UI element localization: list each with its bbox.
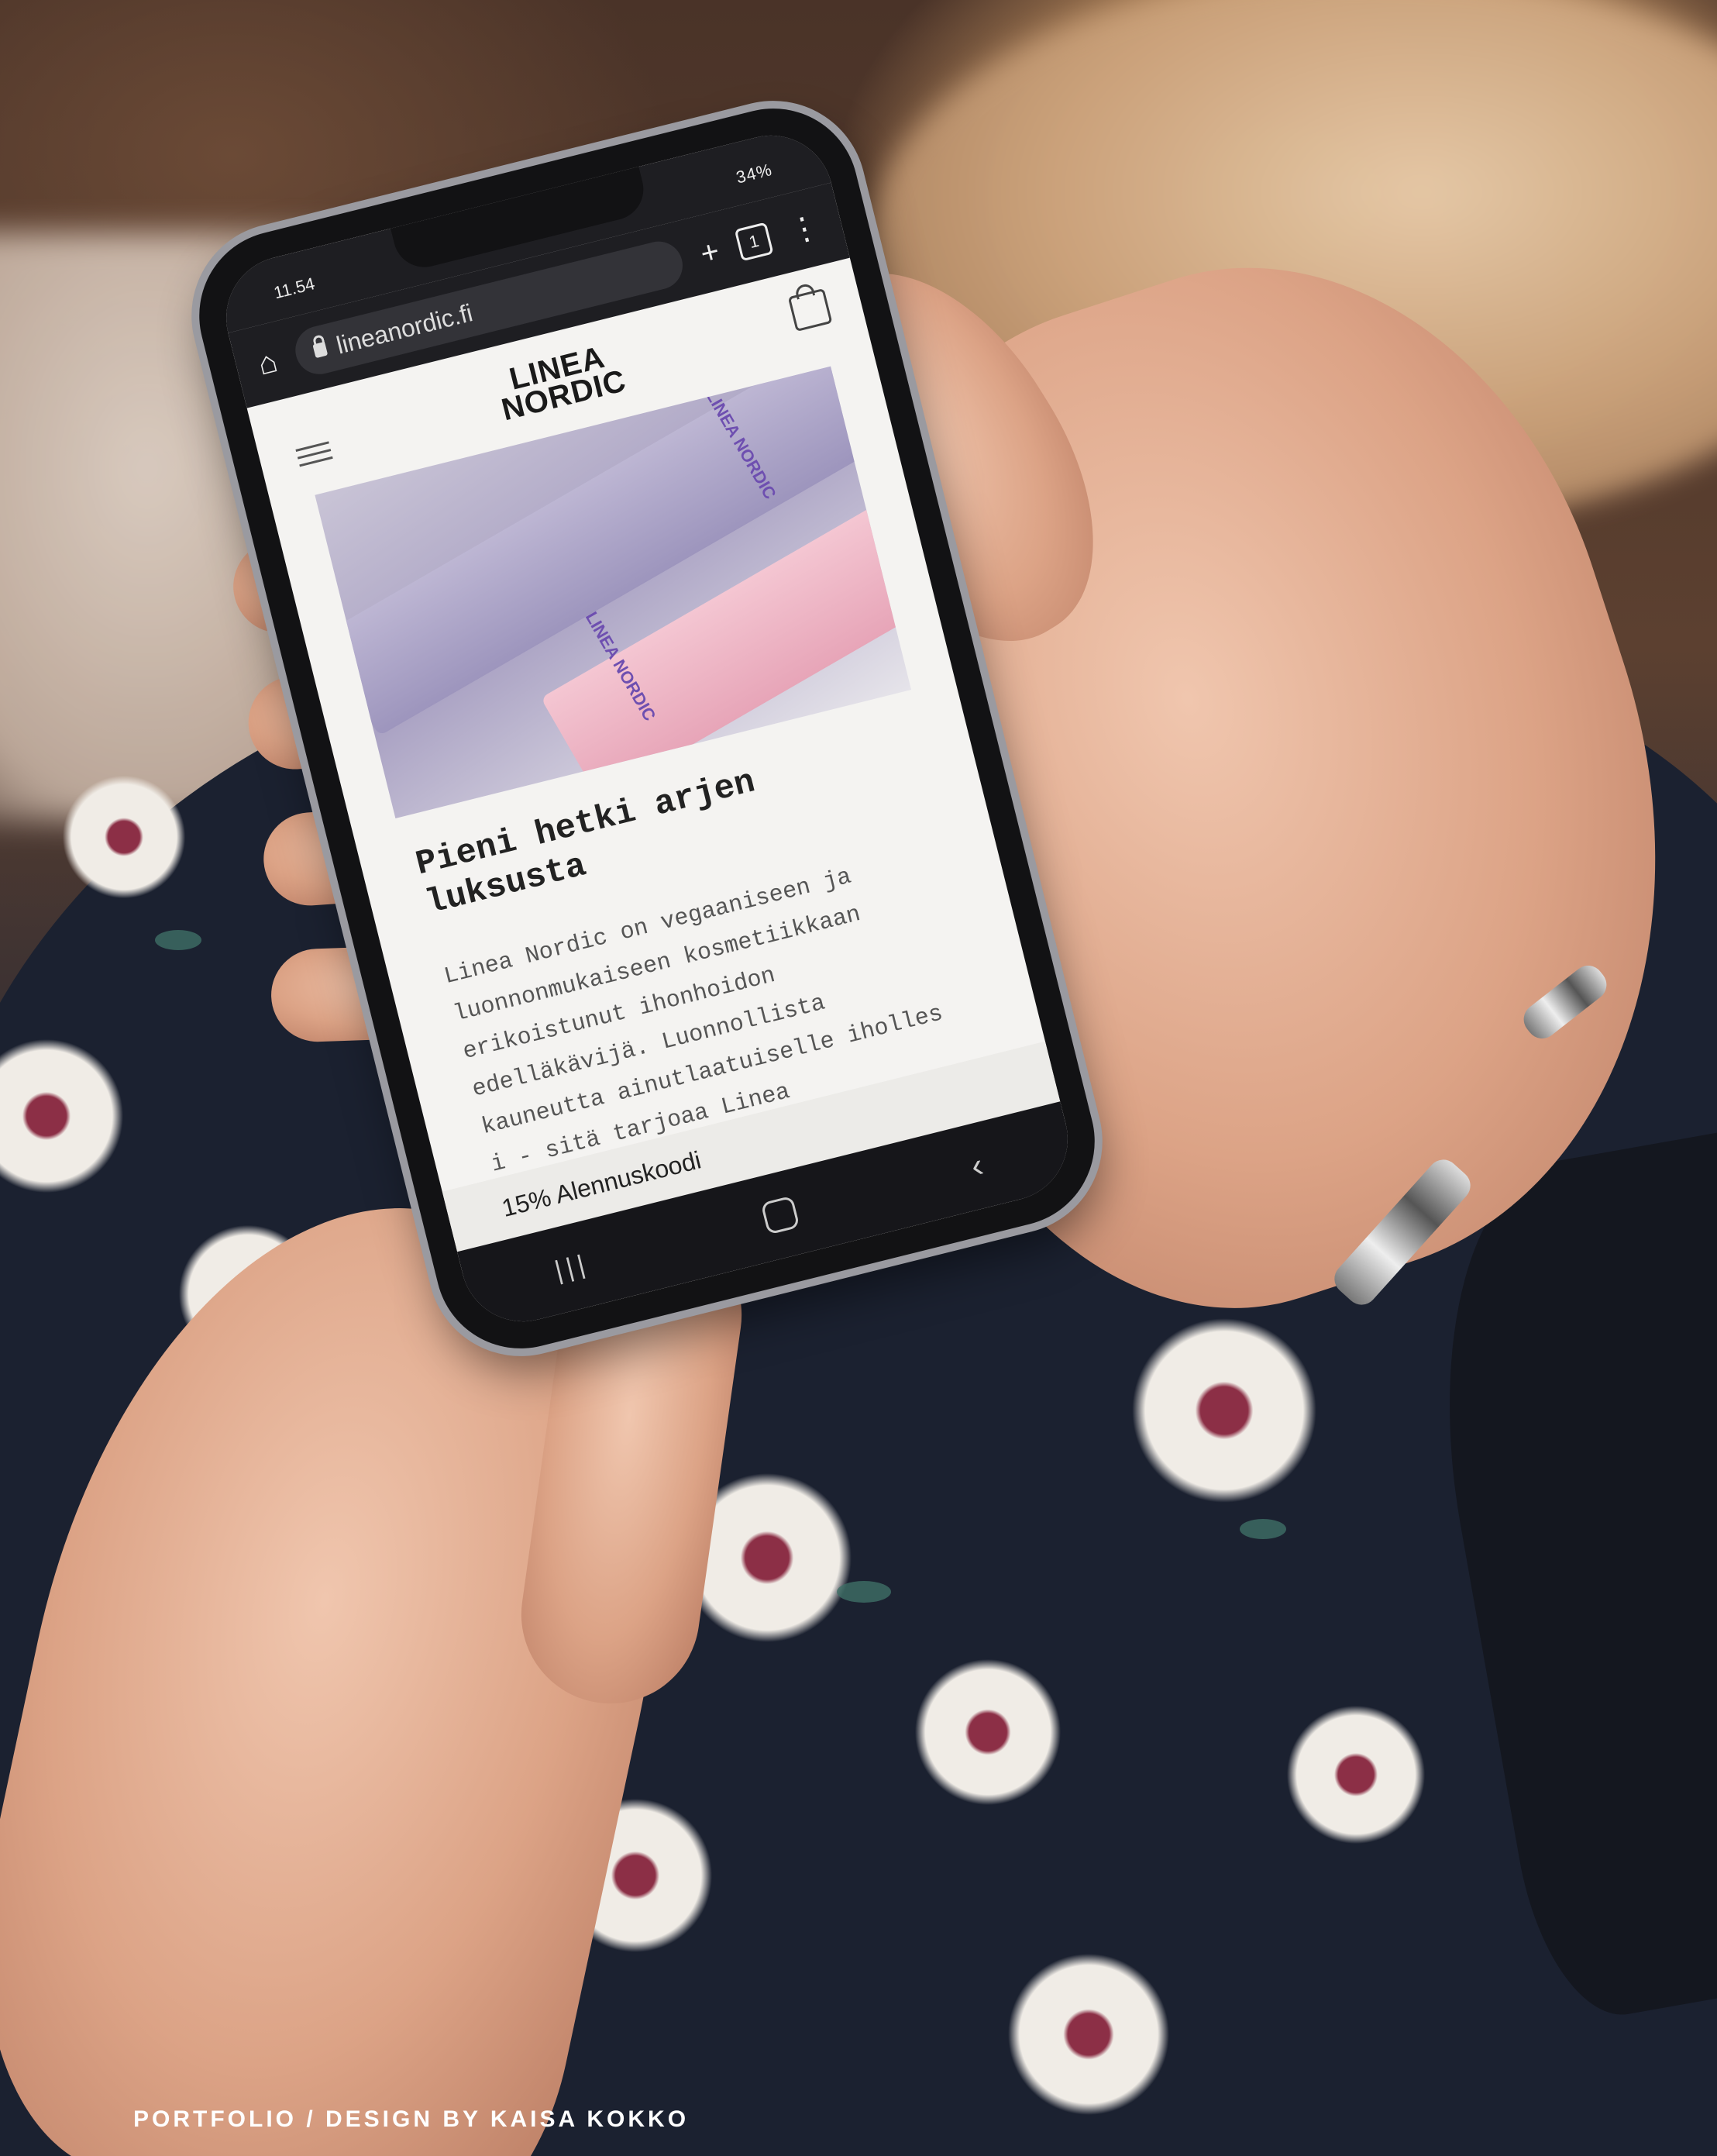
hamburger-menu-icon[interactable] bbox=[294, 436, 335, 473]
plus-icon[interactable]: + bbox=[697, 234, 723, 271]
tabs-button[interactable]: 1 bbox=[734, 222, 774, 262]
flower-print bbox=[1131, 1317, 1317, 1503]
leaf-print bbox=[837, 1581, 891, 1603]
status-time: 11.54 bbox=[271, 274, 317, 303]
brand-logo[interactable]: LINEA NORDIC bbox=[492, 339, 630, 428]
battery-indicator: 34% bbox=[734, 159, 775, 188]
leaf-print bbox=[155, 930, 201, 950]
back-button[interactable]: ‹ bbox=[967, 1146, 987, 1186]
kebab-menu-icon[interactable]: ⋮ bbox=[785, 209, 823, 250]
flower-print bbox=[62, 775, 186, 899]
flower-print bbox=[0, 1038, 124, 1193]
leaf-print bbox=[1240, 1519, 1286, 1539]
home-icon[interactable]: ⌂ bbox=[254, 344, 280, 382]
flower-print bbox=[914, 1658, 1062, 1806]
portfolio-caption: PORTFOLIO / DESIGN BY KAISA KOKKO bbox=[133, 2106, 690, 2132]
url-text: lineanordic.fi bbox=[333, 298, 476, 360]
lock-icon bbox=[312, 341, 329, 359]
recent-apps-button[interactable]: ||| bbox=[552, 1248, 593, 1286]
flower-print bbox=[1007, 1953, 1170, 2116]
shopping-bag-icon[interactable] bbox=[787, 288, 833, 332]
flower-print bbox=[1286, 1705, 1426, 1844]
home-button[interactable] bbox=[760, 1195, 800, 1235]
